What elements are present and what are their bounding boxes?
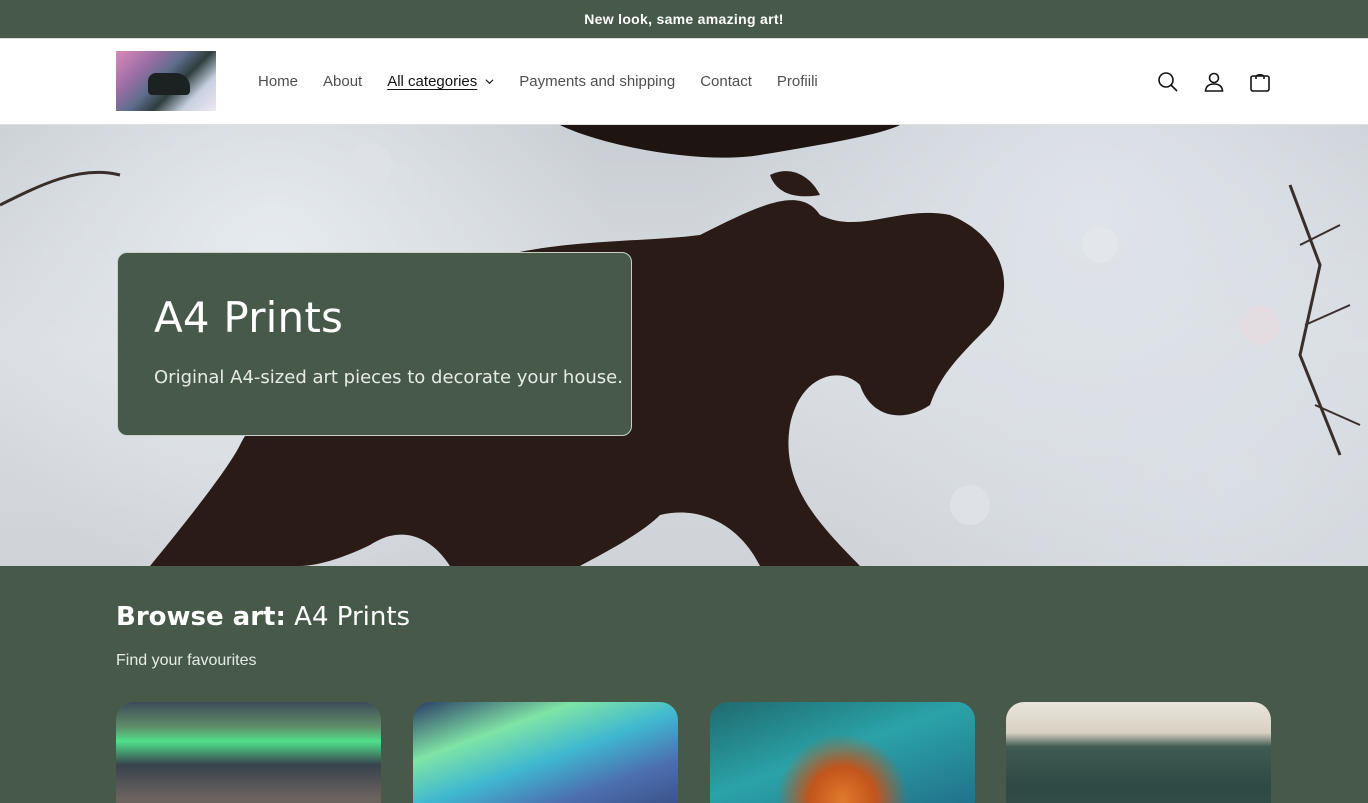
chevron-down-icon <box>485 79 494 85</box>
product-card[interactable] <box>710 702 975 803</box>
browse-subtitle: Find your favourites <box>116 652 257 669</box>
nav-profile[interactable]: Profiili <box>777 73 818 90</box>
hero-content-box: A4 Prints Original A4-sized art pieces t… <box>117 252 632 436</box>
browse-title: Browse art: A4 Prints <box>116 603 410 632</box>
site-header: Home About All categories Payments and s… <box>0 39 1368 125</box>
product-card[interactable] <box>1006 702 1271 803</box>
search-icon[interactable] <box>1156 70 1180 94</box>
nav-contact[interactable]: Contact <box>700 73 752 90</box>
product-image[interactable] <box>710 702 975 803</box>
product-card[interactable] <box>116 702 381 803</box>
product-card[interactable] <box>413 702 678 803</box>
nav-payments-shipping[interactable]: Payments and shipping <box>519 73 675 90</box>
product-image[interactable] <box>413 702 678 803</box>
announcement-bar: New look, same amazing art! <box>0 0 1368 39</box>
browse-title-bold: Browse art: <box>116 602 286 632</box>
nav-about[interactable]: About <box>323 73 362 90</box>
announcement-text: New look, same amazing art! <box>584 11 784 27</box>
hero-title: A4 Prints <box>154 293 344 342</box>
browse-title-category: A4 Prints <box>294 602 411 632</box>
hero-banner: A4 Prints Original A4-sized art pieces t… <box>0 125 1368 566</box>
store-logo[interactable] <box>116 51 216 111</box>
hero-subtitle: Original A4-sized art pieces to decorate… <box>154 367 623 388</box>
header-icons <box>1134 39 1272 124</box>
cart-icon[interactable] <box>1248 70 1272 94</box>
nav-all-categories-label: All categories <box>387 73 478 90</box>
nav-home[interactable]: Home <box>258 73 298 90</box>
main-nav: Home About All categories Payments and s… <box>258 39 843 124</box>
product-image[interactable] <box>1006 702 1271 803</box>
browse-section: Browse art: A4 Prints Find your favourit… <box>0 566 1368 803</box>
nav-all-categories[interactable]: All categories <box>387 73 494 90</box>
product-image[interactable] <box>116 702 381 803</box>
account-icon[interactable] <box>1202 70 1226 94</box>
